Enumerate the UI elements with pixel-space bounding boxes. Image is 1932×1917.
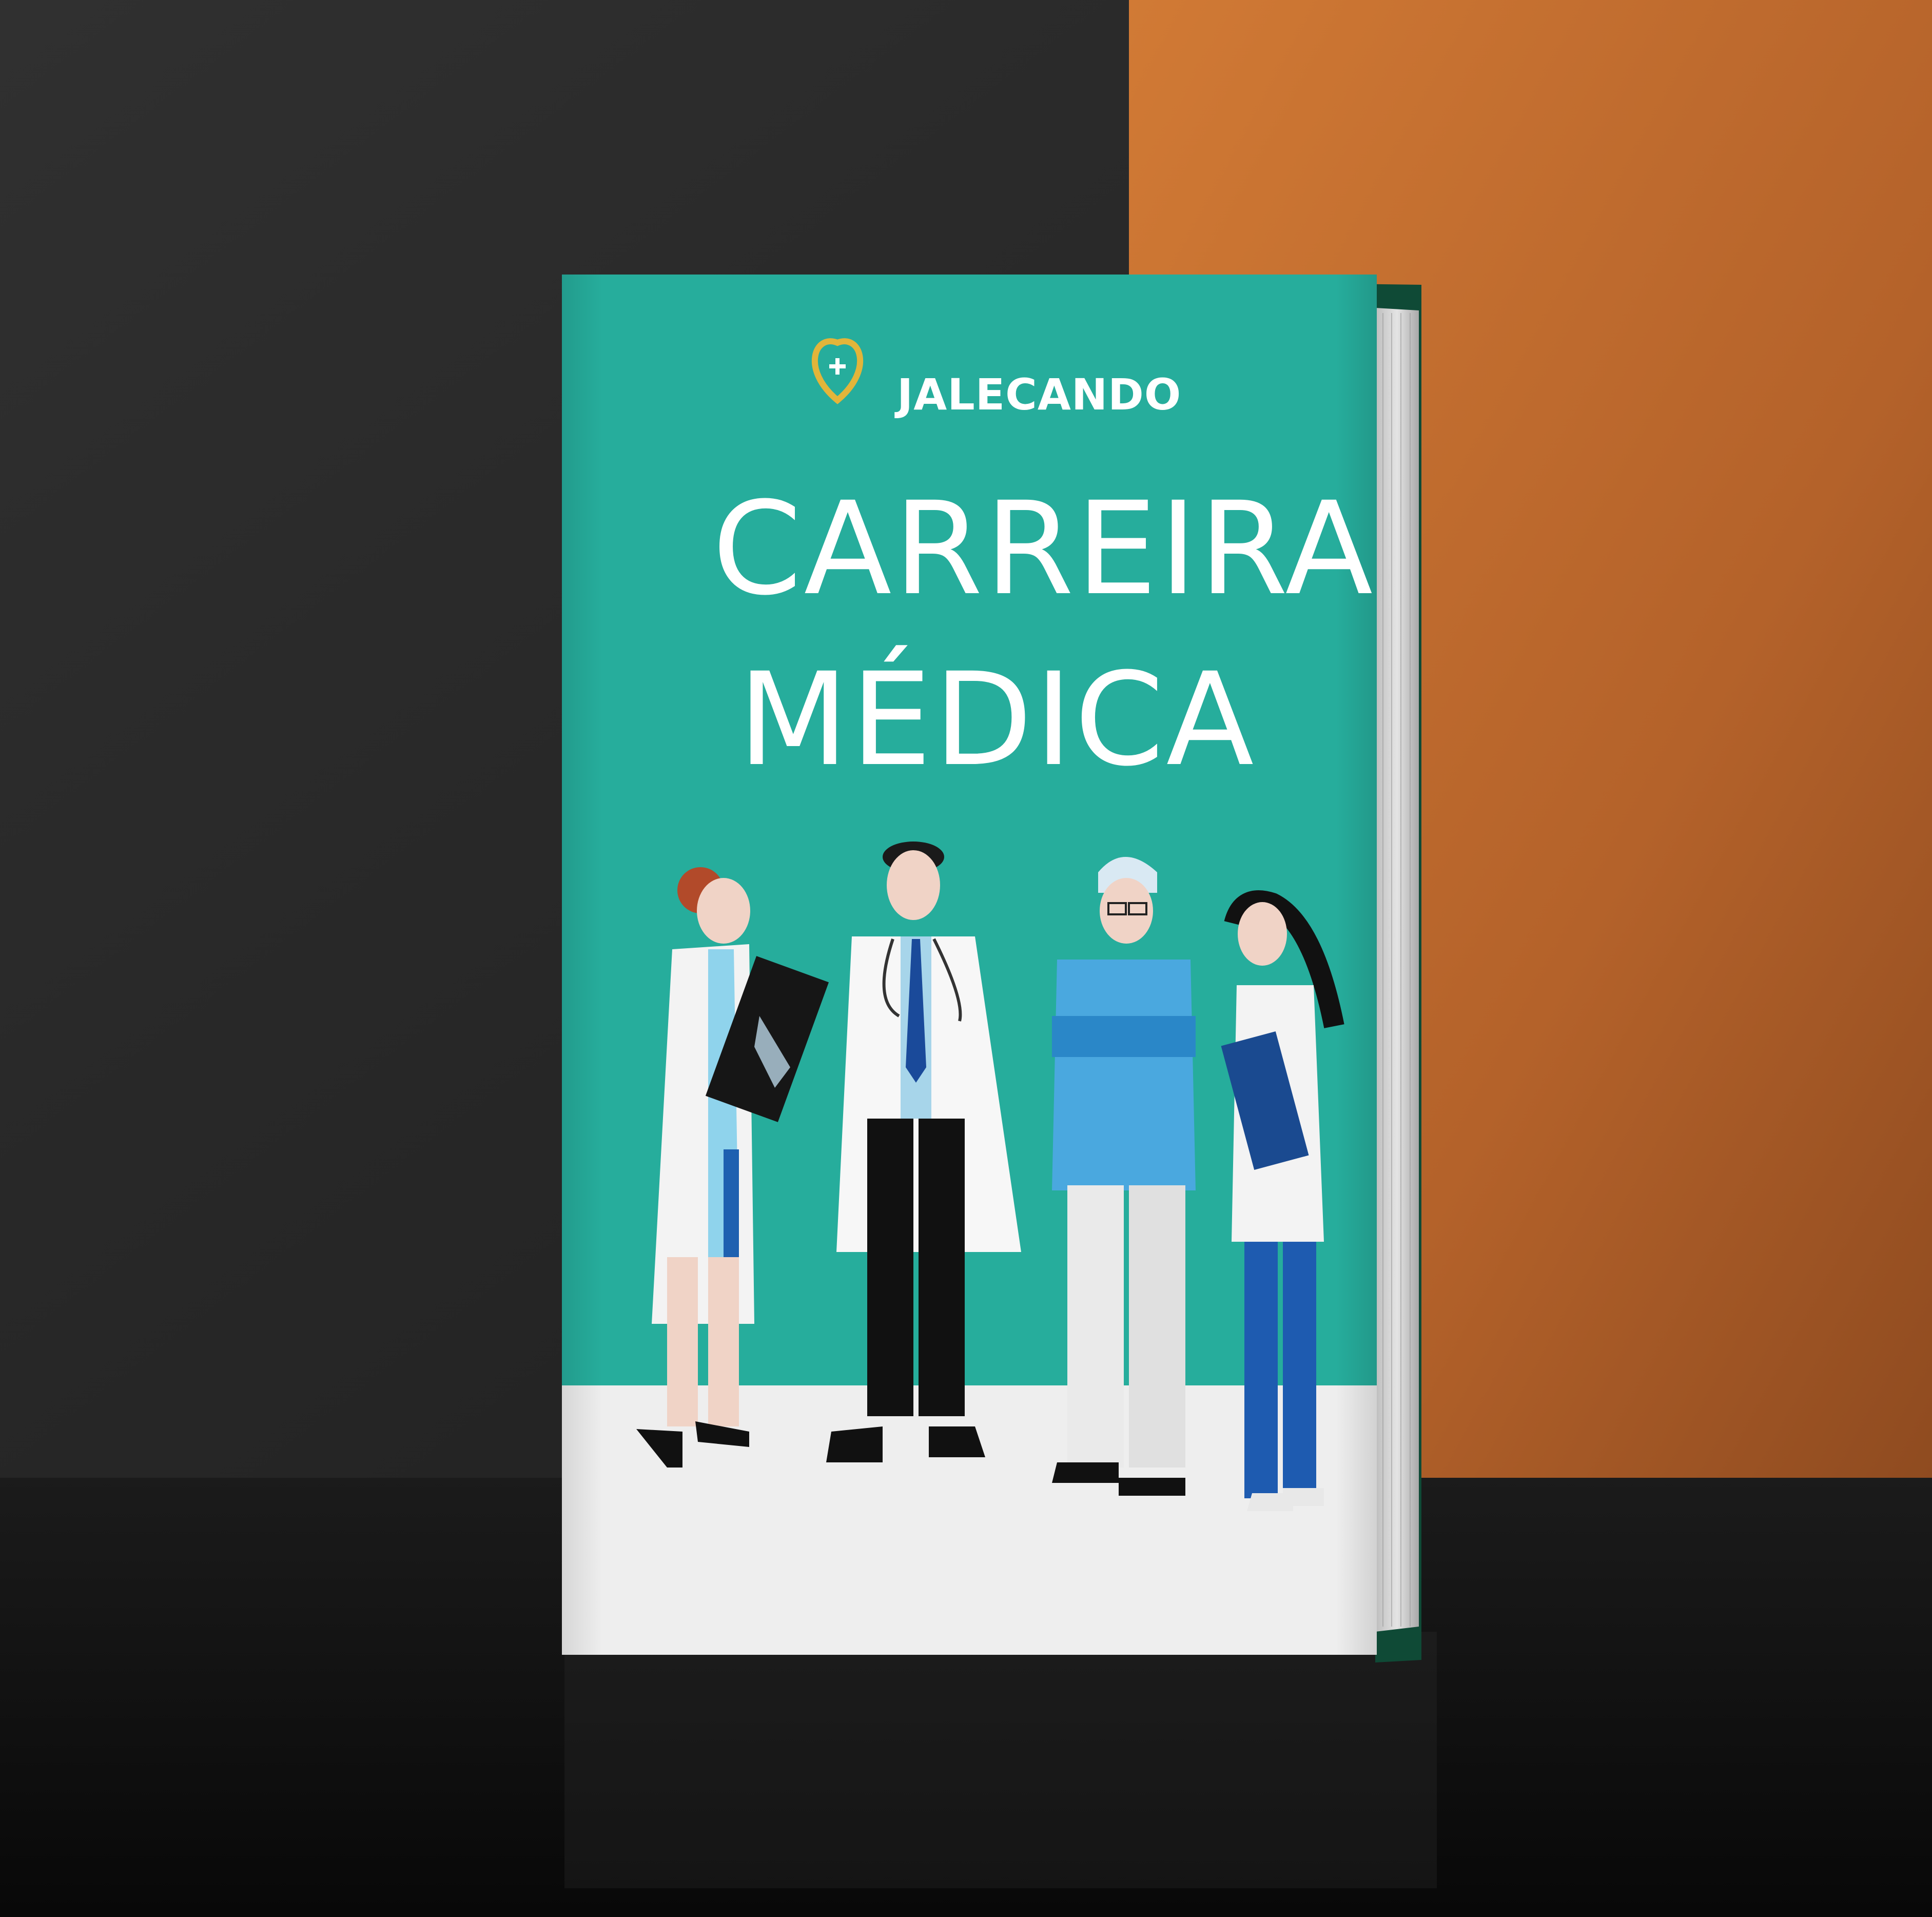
book-mockup-scene	[0, 0, 1932, 1917]
brand-name: JALECANDO	[897, 369, 1182, 420]
book-title-line-2: MÉDICA	[738, 645, 1256, 794]
book-pages	[1375, 308, 1419, 1632]
book-title-line-1: CARREIRA	[712, 474, 1375, 623]
